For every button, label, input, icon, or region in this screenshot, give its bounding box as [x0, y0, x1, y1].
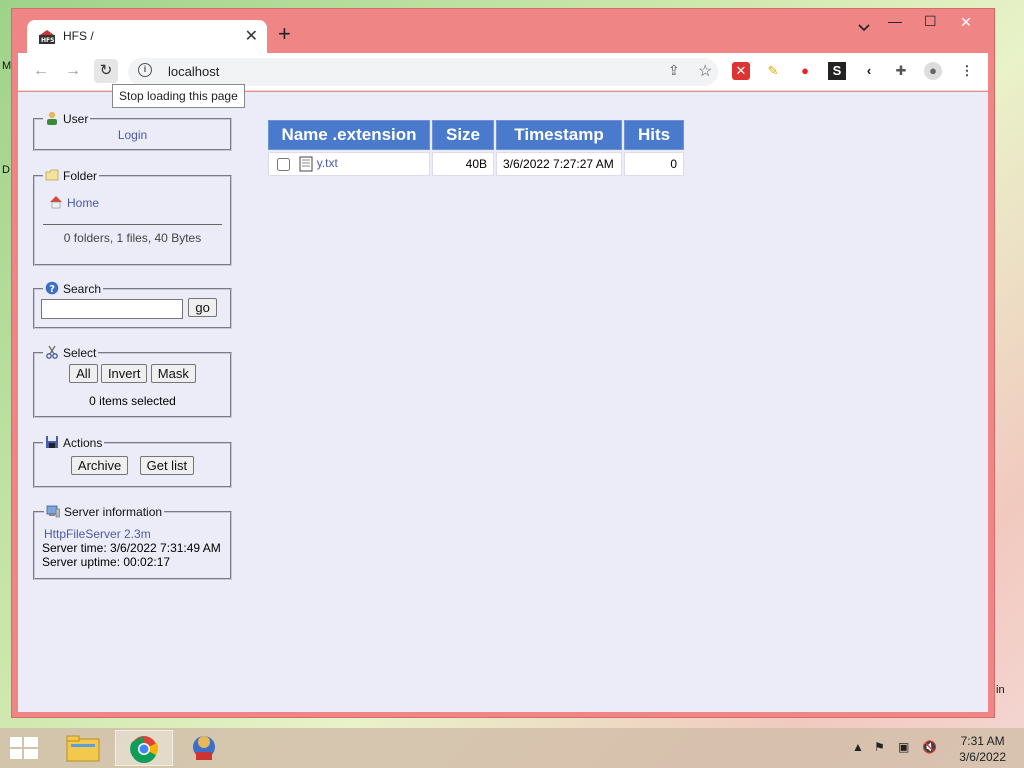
action-center-flag-icon[interactable]: ⚑ [874, 740, 885, 754]
browser-tab[interactable]: HFS HFS / ✕ [27, 20, 267, 54]
get-list-button[interactable]: Get list [139, 456, 195, 475]
windows-start-icon[interactable] [10, 737, 38, 759]
desktop-text-fragment: D [2, 164, 10, 176]
file-table: Name .extension Size Timestamp Hits y.tx… [266, 118, 686, 178]
desktop-text-fragment: M [2, 60, 12, 72]
column-header-name[interactable]: Name .extension [268, 120, 430, 150]
text-file-icon [299, 156, 313, 172]
file-select-checkbox[interactable] [277, 157, 290, 171]
search-legend-label: Search [63, 282, 102, 296]
search-legend: ? Search [43, 281, 103, 296]
share-icon[interactable]: ⇪ [668, 62, 680, 79]
taskbar-clock[interactable]: 7:31 AM 3/6/2022 [959, 733, 1006, 765]
user-panel: User Login [33, 111, 232, 151]
folder-legend: Folder [43, 168, 99, 183]
hfs-taskbar-icon[interactable] [176, 730, 234, 766]
folder-panel: Folder Home 0 folders, 1 files, 40 Bytes [33, 168, 232, 266]
tab-close-icon[interactable]: ✕ [245, 26, 258, 46]
select-all-button[interactable]: All [69, 364, 98, 383]
bookmark-star-icon[interactable]: ☆ [698, 61, 712, 81]
file-timestamp-cell: 3/6/2022 7:27:27 AM [496, 152, 622, 176]
help-question-icon: ? [45, 281, 59, 295]
login-link[interactable]: Login [118, 128, 147, 142]
reload-icon[interactable]: ↻ [94, 59, 118, 83]
archive-button[interactable]: Archive [70, 456, 129, 475]
server-time: Server time: 3/6/2022 7:31:49 AM [42, 541, 221, 555]
file-explorer-taskbar-icon[interactable] [54, 730, 112, 766]
select-legend-label: Select [63, 346, 97, 360]
httpfileserver-link[interactable]: HttpFileServer 2.3m [44, 527, 151, 541]
file-link[interactable]: y.txt [317, 156, 338, 170]
table-row: y.txt 40B 3/6/2022 7:27:27 AM 0 [268, 152, 684, 176]
column-header-size[interactable]: Size [432, 120, 494, 150]
address-bar[interactable]: i localhost ⇪ ☆ [128, 58, 718, 86]
clock-time: 7:31 AM [960, 734, 1005, 748]
table-header-row: Name .extension Size Timestamp Hits [268, 120, 684, 150]
url-text[interactable]: localhost [168, 64, 219, 79]
chevron-left-extension-icon[interactable]: ‹ [860, 62, 878, 80]
server-computer-icon [46, 505, 60, 518]
scissors-icon [46, 345, 58, 359]
select-legend: Select [43, 345, 98, 360]
network-icon[interactable]: ▣ [898, 740, 909, 754]
taskbar: ▲ ⚑ ▣ 🔇 7:31 AM 3/6/2022 [0, 728, 1024, 768]
server-info-panel: Server information HttpFileServer 2.3m S… [33, 504, 232, 580]
svg-text:?: ? [49, 284, 55, 295]
select-panel: Select All Invert Mask 0 items selected [33, 345, 232, 418]
column-header-timestamp[interactable]: Timestamp [496, 120, 622, 150]
go-button[interactable]: go [188, 298, 217, 317]
hfs-favicon-icon: HFS [39, 30, 55, 44]
title-bar: HFS HFS / ✕ + — ☐ ✕ [12, 9, 994, 54]
reload-tooltip: Stop loading this page [112, 84, 245, 108]
home-link[interactable]: Home [67, 196, 99, 210]
clock-date: 3/6/2022 [959, 750, 1006, 764]
search-input[interactable] [41, 298, 183, 319]
folder-icon [45, 169, 59, 181]
desktop-text-fragment: in [996, 684, 1005, 696]
column-header-hits[interactable]: Hits [624, 120, 684, 150]
actions-legend: Actions [43, 435, 104, 450]
invert-selection-button[interactable]: Invert [100, 364, 148, 383]
actions-panel: Actions Archive Get list [33, 435, 232, 488]
tray-overflow-icon[interactable]: ▲ [852, 740, 864, 754]
server-info-legend: Server information [44, 504, 164, 519]
selection-status: 0 items selected [89, 394, 176, 408]
folder-summary: 0 folders, 1 files, 40 Bytes [43, 224, 222, 245]
pencil-extension-icon[interactable]: ✎ [764, 62, 782, 80]
file-hits-cell: 0 [624, 152, 684, 176]
page-content: User Login Folder Home 0 folders, 1 file… [18, 92, 988, 712]
profile-avatar-icon[interactable]: ● [924, 62, 942, 80]
home-icon [50, 196, 62, 209]
user-legend: User [43, 111, 90, 126]
mask-button[interactable]: Mask [150, 364, 196, 383]
file-size-cell: 40B [432, 152, 494, 176]
site-info-icon[interactable]: i [138, 63, 152, 77]
maximize-button[interactable]: ☐ [924, 13, 937, 30]
server-info-legend-label: Server information [64, 505, 163, 519]
forward-arrow-icon[interactable]: → [62, 62, 84, 80]
search-panel: ? Search go [33, 281, 232, 329]
extensions-puzzle-icon[interactable]: ✚ [892, 62, 910, 80]
file-name-cell: y.txt [268, 152, 430, 176]
user-legend-label: User [63, 112, 89, 126]
new-tab-button[interactable]: + [278, 21, 291, 47]
tab-title: HFS / [63, 29, 94, 43]
folder-legend-label: Folder [63, 169, 98, 183]
volume-muted-icon[interactable]: 🔇 [922, 740, 937, 754]
ghost-extension-icon[interactable]: ● [796, 62, 814, 80]
user-icon [47, 111, 57, 125]
browser-window: HFS HFS / ✕ + — ☐ ✕ ← → ↻ i localhost ⇪ … [11, 8, 995, 718]
menu-kebab-icon[interactable]: ⋮ [958, 62, 976, 80]
minimize-button[interactable]: — [888, 13, 902, 29]
window-close-button[interactable]: ✕ [944, 11, 988, 33]
svg-text:HFS: HFS [41, 37, 54, 44]
s-extension-icon[interactable]: S [828, 62, 846, 80]
actions-legend-label: Actions [63, 436, 103, 450]
tab-search-chevron-icon[interactable] [858, 23, 870, 33]
back-arrow-icon[interactable]: ← [30, 62, 52, 80]
shield-extension-icon[interactable]: ✕ [732, 62, 750, 80]
floppy-disk-icon [46, 436, 58, 448]
chrome-taskbar-icon[interactable] [115, 730, 173, 766]
server-uptime: Server uptime: 00:02:17 [42, 555, 171, 569]
